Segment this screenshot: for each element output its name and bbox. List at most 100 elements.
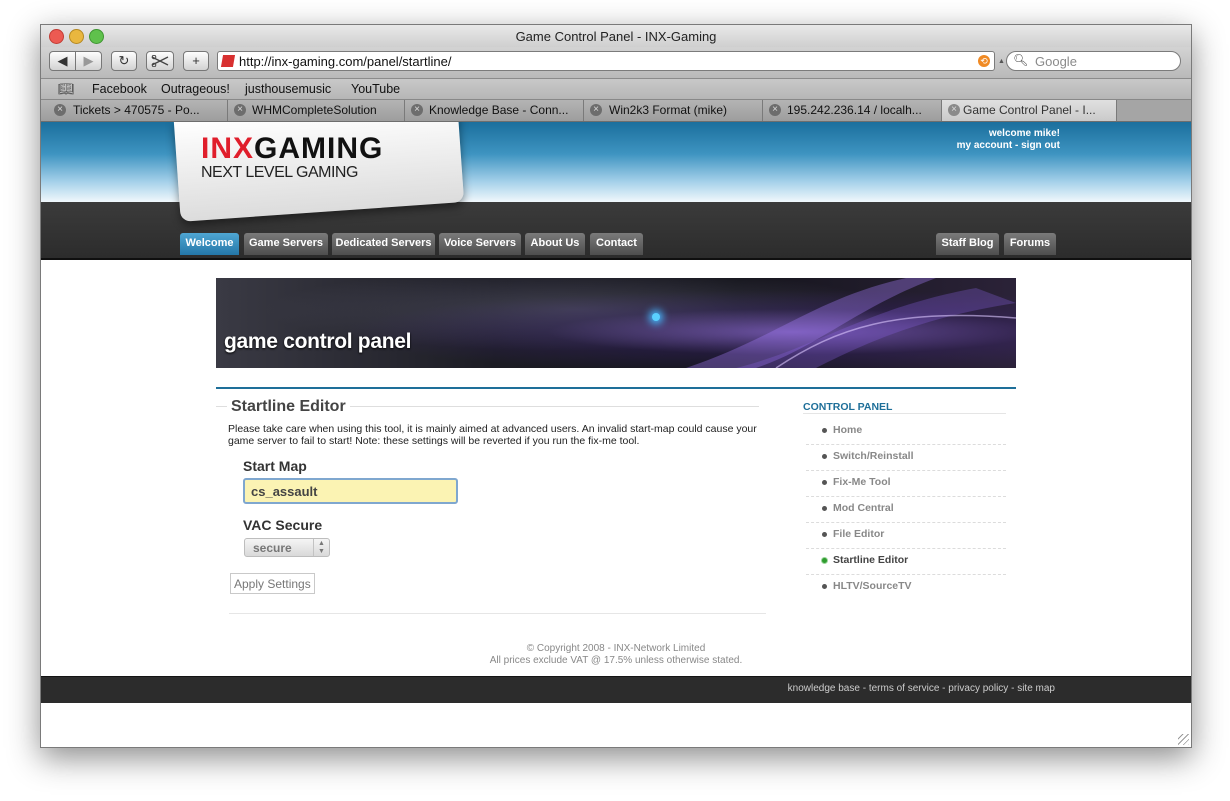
- address-bar[interactable]: http://inx-gaming.com/panel/startline/ ⟲: [217, 51, 995, 71]
- sign-out-link[interactable]: sign out: [1021, 140, 1060, 151]
- sidebar-item-label: Mod Central: [833, 502, 894, 514]
- sidebar-item-mod-central[interactable]: Mod Central: [806, 496, 1006, 523]
- footer-link-privacy[interactable]: privacy policy: [948, 683, 1008, 694]
- reload-button[interactable]: ↻: [111, 51, 137, 71]
- tab-phpmyadmin[interactable]: × 195.242.236.14 / localh...: [763, 100, 942, 121]
- vac-secure-label: VAC Secure: [243, 517, 323, 533]
- footer-link-knowledge-base[interactable]: knowledge base: [788, 683, 860, 694]
- editor-intro: Please take care when using this tool, i…: [228, 423, 757, 447]
- sidebar-rule: [803, 413, 1006, 414]
- add-bookmark-button[interactable]: +: [183, 51, 209, 71]
- back-button[interactable]: ◀: [49, 51, 76, 71]
- nav-tab-staff-blog[interactable]: Staff Blog: [936, 233, 999, 255]
- window-resize-grip[interactable]: [1178, 734, 1189, 745]
- link-separator: -: [1012, 140, 1022, 151]
- content-top-rule: [216, 387, 1016, 389]
- sidebar-item-label: Switch/Reinstall: [833, 450, 914, 462]
- bookmarks-bar: 📖︎ Facebook Outrageous! justhousemusic Y…: [41, 79, 1191, 100]
- nav-tab-game-servers[interactable]: Game Servers: [244, 233, 328, 255]
- bookmark-justhousemusic[interactable]: justhousemusic: [245, 82, 331, 96]
- tab-knowledge-base[interactable]: × Knowledge Base - Conn...: [405, 100, 584, 121]
- nav-tab-contact[interactable]: Contact: [590, 233, 643, 255]
- bullet-icon: [822, 454, 827, 459]
- copyright-text: © Copyright 2008 - INX-Network Limited: [526, 643, 706, 654]
- reload-icon: ↻: [118, 53, 130, 68]
- site-tagline: NEXT LEVEL GAMING: [201, 164, 358, 181]
- bookmark-outrageous[interactable]: Outrageous!: [161, 82, 230, 96]
- snapback-button[interactable]: [146, 51, 174, 71]
- sidebar-item-fix-me-tool[interactable]: Fix-Me Tool: [806, 470, 1006, 497]
- active-bullet-icon: [822, 558, 827, 563]
- sidebar-item-file-editor[interactable]: File Editor: [806, 522, 1006, 549]
- browser-toolbar: ◀ ▶ ↻ + http://inx-gaming.com/panel/star…: [41, 47, 1191, 79]
- close-tab-icon[interactable]: ×: [234, 104, 246, 116]
- user-welcome: welcome mike! my account - sign out: [957, 128, 1060, 152]
- forward-arrow-icon: ▶: [83, 53, 94, 68]
- sidebar-item-hltv-sourcetv[interactable]: HLTV/SourceTV: [806, 574, 1006, 600]
- toolbar-resize-grip-icon[interactable]: ▲: [998, 58, 1005, 65]
- nav-tab-voice-servers[interactable]: Voice Servers: [439, 233, 521, 255]
- bookmark-youtube[interactable]: YouTube: [351, 82, 400, 96]
- footer-separator: -: [939, 683, 949, 694]
- vac-secure-select[interactable]: secure ▲ ▼: [244, 538, 330, 557]
- open-book-icon[interactable]: 📖︎: [58, 81, 75, 97]
- site-favicon-icon: [220, 55, 236, 67]
- nav-tab-forums[interactable]: Forums: [1004, 233, 1056, 255]
- sidebar-item-switch-reinstall[interactable]: Switch/Reinstall: [806, 444, 1006, 471]
- footer-separator: -: [1008, 683, 1018, 694]
- sidebar-item-label: File Editor: [833, 528, 885, 540]
- close-tab-icon[interactable]: ×: [411, 104, 423, 116]
- bullet-icon: [822, 532, 827, 537]
- vat-notice: All prices exclude VAT @ 17.5% unless ot…: [489, 655, 743, 666]
- search-placeholder: Google: [1035, 54, 1077, 69]
- search-field[interactable]: 🔍︎ Google: [1006, 51, 1181, 71]
- tab-strip: × Tickets > 470575 - Po... × WHMComplete…: [41, 100, 1191, 122]
- bookmark-facebook[interactable]: Facebook: [92, 82, 147, 96]
- copyright-notice: © Copyright 2008 - INX-Network Limited A…: [41, 643, 1191, 667]
- tab-title: Win2k3 Format (mike): [609, 103, 728, 117]
- banner-light-streak: [686, 278, 1016, 368]
- sidebar-item-startline-editor[interactable]: Startline Editor: [806, 548, 1006, 575]
- tab-game-control-panel[interactable]: × Game Control Panel - I...: [942, 100, 1117, 121]
- led-light-icon: [652, 313, 660, 321]
- banner-title: game control panel: [224, 330, 412, 353]
- bullet-icon: [822, 428, 827, 433]
- rss-feed-icon[interactable]: ⟲: [978, 55, 990, 67]
- address-url[interactable]: http://inx-gaming.com/panel/startline/: [239, 54, 451, 69]
- browser-window: Game Control Panel - INX-Gaming ◀ ▶ ↻ + …: [40, 24, 1192, 748]
- select-arrows-icon: ▲ ▼: [313, 539, 329, 556]
- footer-link-site-map[interactable]: site map: [1017, 683, 1055, 694]
- sidebar-item-label: Startline Editor: [833, 554, 909, 566]
- start-map-input[interactable]: [243, 478, 458, 504]
- site-logo[interactable]: INXGAMING: [201, 132, 383, 166]
- forward-button[interactable]: ▶: [75, 51, 102, 71]
- nav-tab-dedicated-servers[interactable]: Dedicated Servers: [332, 233, 435, 255]
- welcome-user: mike!: [1033, 128, 1060, 139]
- title-bar: Game Control Panel - INX-Gaming: [41, 25, 1191, 47]
- logo-inx: INX: [201, 132, 255, 165]
- close-tab-icon[interactable]: ×: [769, 104, 781, 116]
- close-tab-icon[interactable]: ×: [54, 104, 66, 116]
- tab-win2k3[interactable]: × Win2k3 Format (mike): [584, 100, 763, 121]
- tab-whm[interactable]: × WHMCompleteSolution: [228, 100, 405, 121]
- vac-secure-value: secure: [253, 541, 292, 555]
- sidebar-item-label: Fix-Me Tool: [833, 476, 891, 488]
- content-divider: [229, 613, 766, 614]
- bullet-icon: [822, 506, 827, 511]
- welcome-prefix: welcome: [988, 128, 1032, 139]
- apply-settings-button[interactable]: Apply Settings: [230, 573, 315, 594]
- footer-separator: -: [859, 683, 869, 694]
- footer-link-terms[interactable]: terms of service: [869, 683, 940, 694]
- close-tab-icon[interactable]: ×: [948, 104, 960, 116]
- nav-tab-welcome[interactable]: Welcome: [180, 233, 239, 255]
- my-account-link[interactable]: my account: [957, 140, 1013, 151]
- tab-title: Game Control Panel - I...: [963, 103, 1096, 117]
- sidebar-item-label: HLTV/SourceTV: [833, 580, 912, 592]
- search-icon: 🔍︎: [1013, 53, 1029, 67]
- tab-title: 195.242.236.14 / localh...: [787, 103, 922, 117]
- close-tab-icon[interactable]: ×: [590, 104, 602, 116]
- scissors-icon: [151, 54, 169, 68]
- tab-tickets[interactable]: × Tickets > 470575 - Po...: [41, 100, 228, 121]
- sidebar-item-home[interactable]: Home: [806, 418, 1006, 445]
- nav-tab-about-us[interactable]: About Us: [525, 233, 585, 255]
